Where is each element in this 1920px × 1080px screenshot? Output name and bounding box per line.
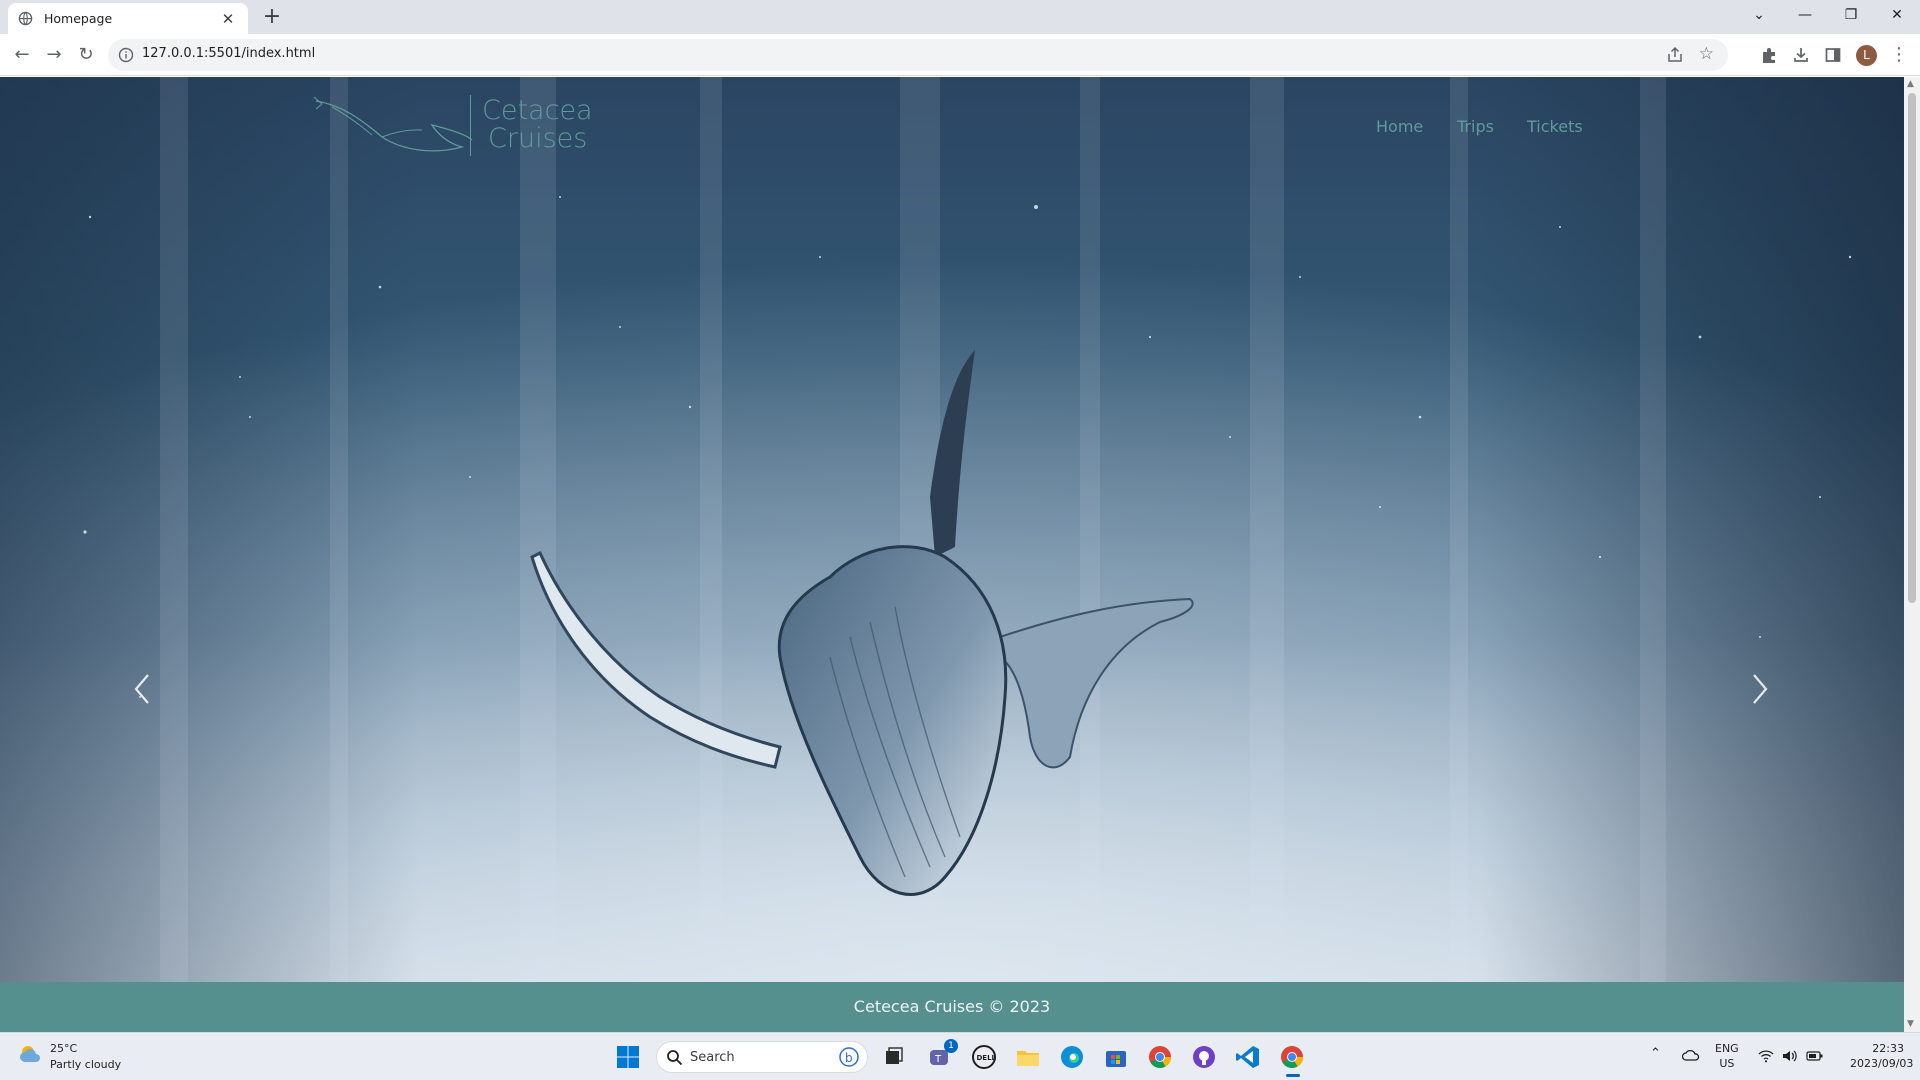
teams-notification-badge: 1 — [944, 1039, 958, 1053]
volume-icon[interactable] — [1782, 1049, 1798, 1066]
microsoft-store-icon[interactable] — [1100, 1041, 1132, 1073]
github-desktop-icon[interactable] — [1188, 1041, 1220, 1073]
svg-text:DELL: DELL — [977, 1054, 997, 1062]
scroll-up-arrow-icon[interactable]: ▲ — [1907, 79, 1914, 89]
bookmark-star-icon[interactable]: ☆ — [1699, 44, 1714, 64]
scrollbar-thumb[interactable] — [1908, 93, 1916, 603]
site-info-icon[interactable] — [118, 47, 134, 63]
tab-title: Homepage — [44, 11, 113, 26]
dell-icon[interactable]: DELL — [968, 1041, 1000, 1073]
extensions-puzzle-icon[interactable] — [1760, 46, 1778, 64]
edge-browser-icon[interactable] — [1056, 1041, 1088, 1073]
show-hidden-icons-chevron-icon[interactable]: ⌃ — [1650, 1046, 1661, 1061]
profile-avatar[interactable]: L — [1856, 45, 1877, 66]
weather-temperature: 25°C — [50, 1042, 78, 1055]
nav-link-home[interactable]: Home — [1376, 117, 1423, 136]
reload-button[interactable]: ↻ — [74, 43, 98, 67]
active-window-indicator — [1286, 1074, 1300, 1077]
windows-taskbar: 25°C Partly cloudy Search b T 1 DELL ⌃ E… — [0, 1032, 1920, 1080]
svg-text:b: b — [845, 1051, 853, 1065]
windows-logo-icon — [617, 1046, 639, 1068]
browser-menu-icon[interactable]: ⋮ — [1890, 44, 1908, 66]
back-button[interactable]: ← — [10, 43, 34, 67]
site-footer: Cetecea Cruises © 2023 — [0, 982, 1904, 1032]
site-brand-name[interactable]: Cetacea Cruises — [482, 97, 593, 153]
language-code: ENG — [1715, 1042, 1739, 1055]
brand-line-1: Cetacea — [482, 95, 593, 126]
side-panel-icon[interactable] — [1824, 46, 1842, 64]
share-icon[interactable] — [1666, 46, 1684, 64]
partly-cloudy-icon — [20, 1046, 40, 1062]
weather-widget[interactable]: 25°C Partly cloudy — [18, 1042, 121, 1072]
chrome-active-window-icon[interactable] — [1276, 1041, 1308, 1077]
tab-homepage[interactable]: Homepage ✕ — [8, 3, 248, 34]
search-label: Search — [690, 1050, 735, 1065]
new-tab-button[interactable]: + — [258, 4, 286, 32]
onedrive-cloud-icon[interactable] — [1681, 1049, 1700, 1064]
brand-line-2: Cruises — [488, 123, 588, 154]
hero-carousel: Cetacea Cruises Home Trips Tickets — [0, 77, 1904, 982]
start-button[interactable] — [612, 1041, 644, 1073]
url-text: 127.0.0.1:5501/index.html — [142, 46, 316, 61]
carousel-next-chevron-icon[interactable] — [1748, 669, 1772, 709]
scroll-down-arrow-icon[interactable]: ▼ — [1907, 1019, 1914, 1029]
chrome-icon[interactable] — [1144, 1041, 1176, 1073]
forward-button[interactable]: → — [42, 43, 66, 67]
system-clock[interactable]: 22:33 2023/09/03 — [1850, 1041, 1914, 1071]
vscode-icon[interactable] — [1232, 1041, 1264, 1073]
hero-background-image — [0, 77, 1904, 982]
globe-icon — [18, 11, 33, 26]
browser-toolbar: ← → ↻ 127.0.0.1:5501/index.html ☆ L ⋮ — [0, 34, 1920, 76]
clock-date: 2023/09/03 — [1850, 1057, 1914, 1070]
footer-copyright: Cetecea Cruises © 2023 — [853, 997, 1051, 1016]
minimize-button[interactable]: — — [1782, 0, 1828, 30]
browser-tab-strip: Homepage ✕ + ⌄ — ❐ ✕ — [0, 0, 1920, 34]
logo-divider — [470, 95, 471, 156]
download-icon[interactable] — [1792, 46, 1810, 64]
tab-search-chevron-icon[interactable]: ⌄ — [1736, 0, 1782, 30]
clock-time: 22:33 — [1872, 1042, 1904, 1055]
file-explorer-icon[interactable] — [1012, 1041, 1044, 1073]
wifi-icon[interactable] — [1758, 1049, 1774, 1066]
input-language-indicator[interactable]: ENG US — [1715, 1041, 1739, 1071]
teams-chat-icon[interactable]: T 1 — [924, 1039, 958, 1073]
task-view-icon[interactable] — [878, 1041, 910, 1073]
close-tab-icon[interactable]: ✕ — [218, 10, 238, 28]
carousel-prev-chevron-icon[interactable] — [130, 669, 154, 709]
svg-text:T: T — [934, 1054, 942, 1065]
search-icon — [667, 1050, 683, 1066]
weather-condition: Partly cloudy — [50, 1058, 122, 1071]
taskbar-search[interactable]: Search b — [656, 1041, 868, 1073]
close-window-button[interactable]: ✕ — [1874, 0, 1920, 30]
restore-button[interactable]: ❐ — [1828, 0, 1874, 30]
address-bar[interactable]: 127.0.0.1:5501/index.html ☆ — [108, 39, 1728, 71]
bing-icon[interactable]: b — [839, 1047, 859, 1067]
battery-icon[interactable] — [1806, 1049, 1824, 1066]
nav-link-trips[interactable]: Trips — [1457, 117, 1494, 136]
page-viewport: Cetacea Cruises Home Trips Tickets Cetec… — [0, 77, 1904, 1032]
keyboard-region: US — [1719, 1057, 1735, 1070]
nav-link-tickets[interactable]: Tickets — [1527, 117, 1583, 136]
page-scrollbar[interactable]: ▲ ▼ — [1904, 77, 1920, 1032]
